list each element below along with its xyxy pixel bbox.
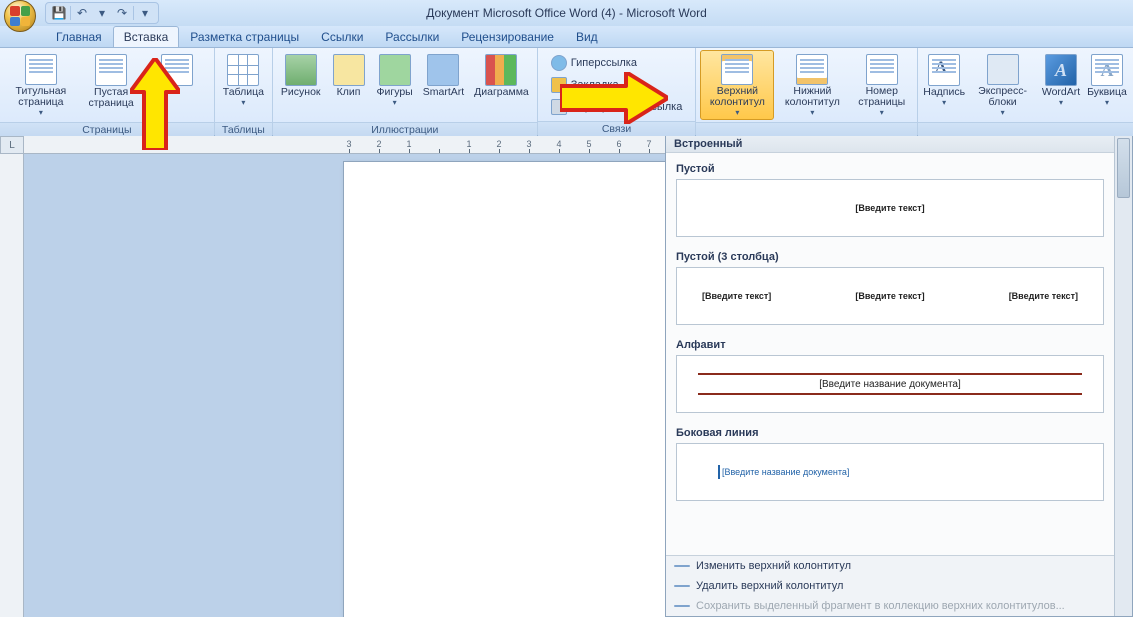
pagenum-icon bbox=[866, 54, 898, 85]
gallery-item-side[interactable]: [Введите название документа] bbox=[676, 443, 1104, 501]
remove-header-icon bbox=[674, 585, 690, 587]
save-icon[interactable]: 💾 bbox=[50, 4, 68, 22]
group-text: AНадпись▾ Экспресс-блоки▾ AWordArt▾ AБук… bbox=[918, 48, 1133, 135]
chart-button[interactable]: Диаграмма bbox=[470, 50, 533, 120]
gallery-item-blank3[interactable]: [Введите текст] [Введите текст] [Введите… bbox=[676, 267, 1104, 325]
gallery-footer: Изменить верхний колонтитул Удалить верх… bbox=[666, 555, 1132, 616]
tab-page-layout[interactable]: Разметка страницы bbox=[179, 26, 310, 47]
vertical-ruler[interactable] bbox=[0, 154, 24, 617]
quickparts-button[interactable]: Экспресс-блоки▾ bbox=[968, 50, 1037, 120]
gallery-cat-side: Боковая линия bbox=[676, 427, 1104, 439]
smartart-button[interactable]: SmartArt bbox=[419, 50, 468, 120]
qat-customize-icon[interactable]: ▾ bbox=[136, 4, 154, 22]
gallery-body[interactable]: Пустой [Введите текст] Пустой (3 столбца… bbox=[666, 153, 1132, 555]
ribbon-tabs: Главная Вставка Разметка страницы Ссылки… bbox=[0, 26, 1133, 48]
group-links-label: Связи bbox=[538, 121, 696, 136]
picture-button[interactable]: Рисунок bbox=[277, 50, 325, 120]
group-tables: Таблица▾ Таблицы bbox=[215, 48, 273, 135]
page-break-button[interactable]: Разрыв страницы bbox=[145, 50, 210, 120]
gallery-cat-alpha: Алфавит bbox=[676, 339, 1104, 351]
gallery-item-blank[interactable]: [Введите текст] bbox=[676, 179, 1104, 237]
table-button[interactable]: Таблица▾ bbox=[219, 50, 268, 120]
clip-icon bbox=[333, 54, 365, 86]
scroll-thumb[interactable] bbox=[1117, 138, 1130, 198]
undo-icon[interactable]: ↶ bbox=[73, 4, 91, 22]
gallery-edit-header[interactable]: Изменить верхний колонтитул bbox=[666, 556, 1132, 576]
wordart-icon: A bbox=[1045, 54, 1077, 86]
redo-icon[interactable]: ↷ bbox=[113, 4, 131, 22]
header-icon bbox=[721, 54, 753, 85]
picture-icon bbox=[285, 54, 317, 86]
dropcap-icon: A bbox=[1091, 54, 1123, 86]
footer-icon bbox=[796, 54, 828, 85]
gallery-heading: Встроенный bbox=[666, 136, 1132, 153]
shapes-icon bbox=[379, 54, 411, 86]
tab-home[interactable]: Главная bbox=[45, 26, 113, 47]
clip-button[interactable]: Клип bbox=[327, 50, 371, 120]
group-illustrations: Рисунок Клип Фигуры▾ SmartArt Диаграмма … bbox=[273, 48, 538, 135]
bookmark-icon bbox=[551, 77, 567, 93]
quick-access-toolbar: 💾 ↶ ▾ ↷ ▾ bbox=[45, 2, 159, 24]
group-pages: Титульная страница▾ Пустая страница Разр… bbox=[0, 48, 215, 135]
gallery-remove-header[interactable]: Удалить верхний колонтитул bbox=[666, 576, 1132, 596]
dropcap-button[interactable]: AБуквица▾ bbox=[1085, 50, 1129, 120]
tab-review[interactable]: Рецензирование bbox=[450, 26, 565, 47]
crossref-button[interactable]: Перекрестная ссылка bbox=[546, 96, 688, 117]
wordart-button[interactable]: AWordArt▾ bbox=[1039, 50, 1083, 120]
qat-drop-icon[interactable]: ▾ bbox=[93, 4, 111, 22]
group-links: Гиперссылка Закладка Перекрестная ссылка… bbox=[538, 48, 697, 135]
save-selection-icon bbox=[674, 605, 690, 607]
chart-icon bbox=[485, 54, 517, 86]
window-title: Документ Microsoft Office Word (4) - Mic… bbox=[0, 6, 1133, 20]
tab-insert[interactable]: Вставка bbox=[113, 26, 180, 47]
tab-mailings[interactable]: Рассылки bbox=[374, 26, 450, 47]
gallery-save-selection: Сохранить выделенный фрагмент в коллекци… bbox=[666, 596, 1132, 616]
group-hf-label bbox=[696, 122, 917, 137]
footer-button[interactable]: Нижний колонтитул▾ bbox=[776, 50, 848, 120]
office-button[interactable] bbox=[4, 0, 36, 32]
ribbon: Титульная страница▾ Пустая страница Разр… bbox=[0, 48, 1133, 136]
blank-page-button[interactable]: Пустая страница bbox=[80, 50, 143, 120]
cover-page-button[interactable]: Титульная страница▾ bbox=[4, 50, 78, 120]
gallery-scrollbar[interactable] bbox=[1114, 136, 1132, 616]
group-illustrations-label: Иллюстрации bbox=[273, 122, 537, 137]
tab-view[interactable]: Вид bbox=[565, 26, 609, 47]
textbox-icon: A bbox=[928, 54, 960, 86]
table-icon bbox=[227, 54, 259, 86]
shapes-button[interactable]: Фигуры▾ bbox=[373, 50, 417, 120]
group-tables-label: Таблицы bbox=[215, 122, 272, 137]
hyperlink-icon bbox=[551, 55, 567, 71]
bookmark-button[interactable]: Закладка bbox=[546, 74, 688, 95]
group-text-label bbox=[918, 122, 1133, 137]
textbox-button[interactable]: AНадпись▾ bbox=[922, 50, 966, 120]
header-button[interactable]: Верхний колонтитул▾ bbox=[700, 50, 774, 120]
hyperlink-button[interactable]: Гиперссылка bbox=[546, 52, 688, 73]
placeholder-text: [Введите текст] bbox=[855, 203, 924, 213]
edit-header-icon bbox=[674, 565, 690, 567]
smartart-icon bbox=[427, 54, 459, 86]
crossref-icon bbox=[551, 99, 567, 115]
title-bar: 💾 ↶ ▾ ↷ ▾ Документ Microsoft Office Word… bbox=[0, 0, 1133, 26]
group-pages-label: Страницы bbox=[0, 122, 214, 137]
gallery-item-alpha[interactable]: [Введите название документа] bbox=[676, 355, 1104, 413]
group-header-footer: Верхний колонтитул▾ Нижний колонтитул▾ Н… bbox=[696, 48, 918, 135]
ruler-corner[interactable]: L bbox=[0, 136, 24, 154]
gallery-cat-blank3: Пустой (3 столбца) bbox=[676, 251, 1104, 263]
quickparts-icon bbox=[987, 54, 1019, 85]
page-number-button[interactable]: Номер страницы▾ bbox=[850, 50, 913, 120]
header-gallery: Встроенный Пустой [Введите текст] Пустой… bbox=[665, 136, 1133, 617]
tab-references[interactable]: Ссылки bbox=[310, 26, 374, 47]
gallery-cat-blank: Пустой bbox=[676, 163, 1104, 175]
